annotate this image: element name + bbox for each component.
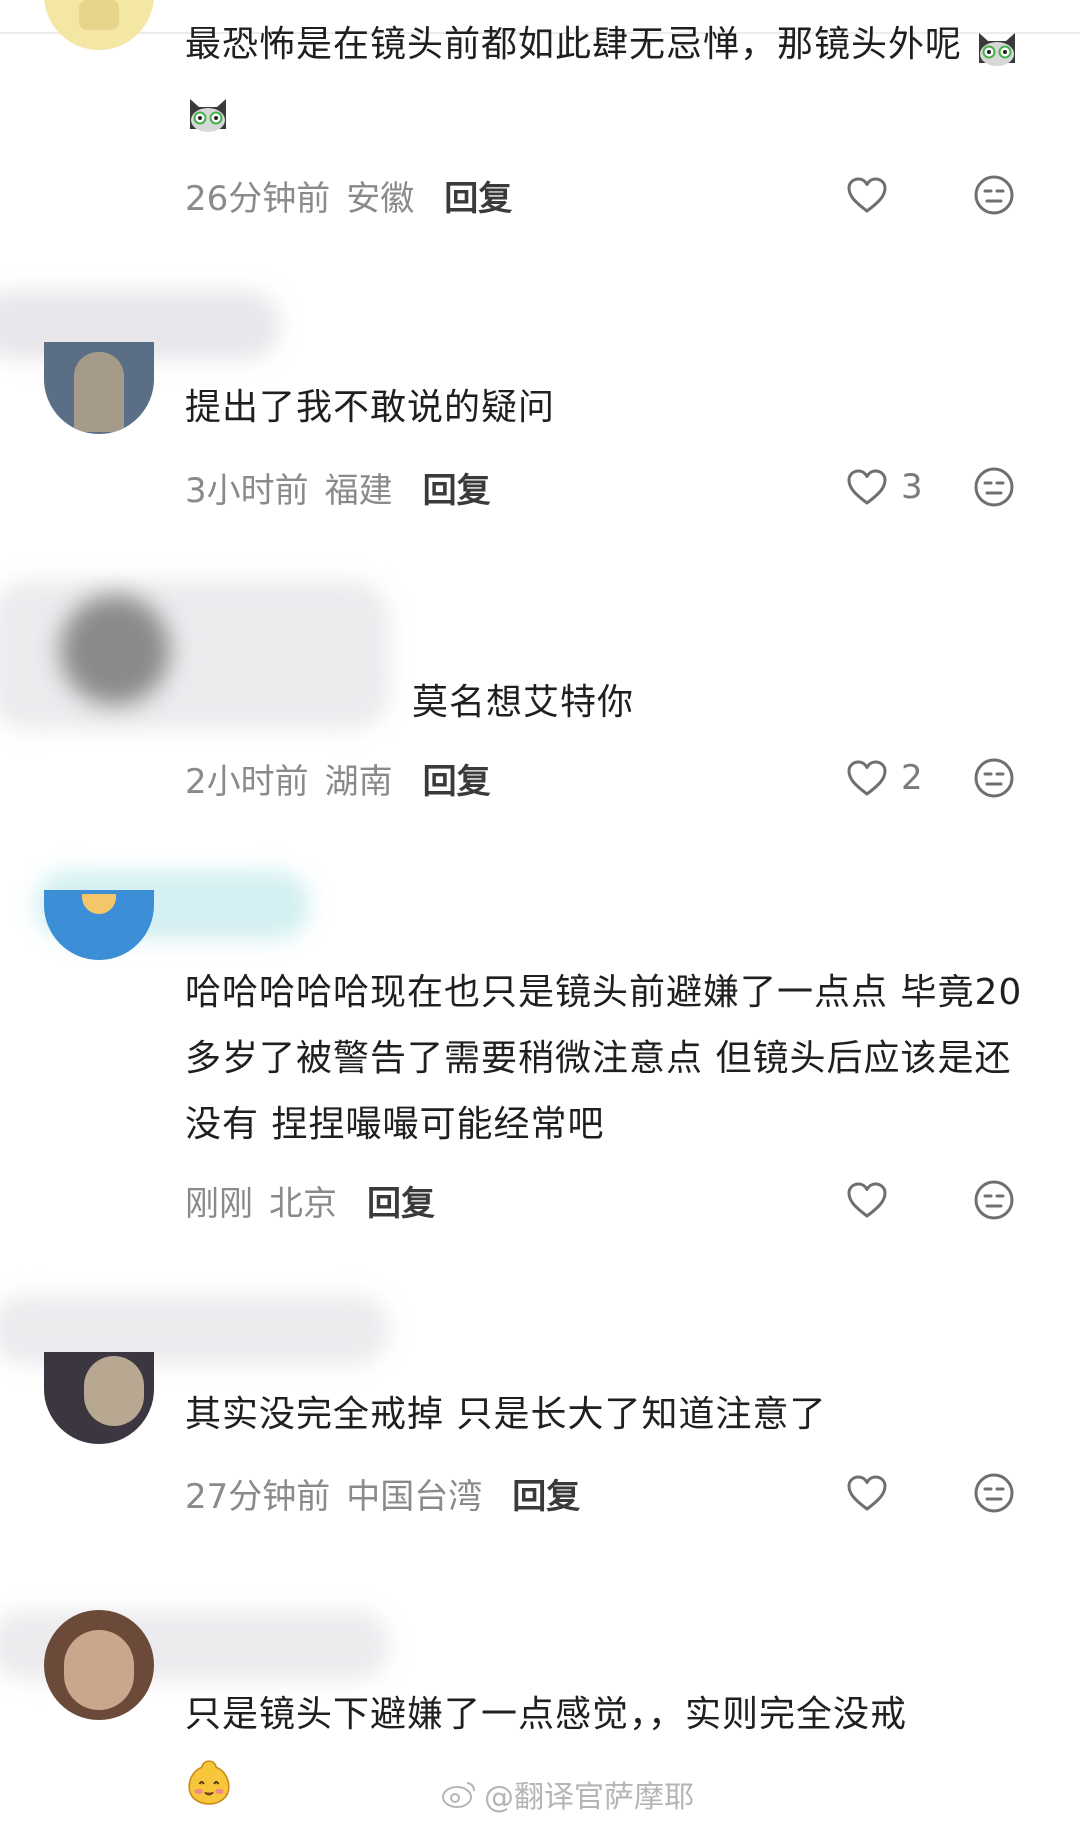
dislike-button[interactable] [972, 1175, 1016, 1225]
comment-text: 哈哈哈哈哈现在也只是镜头前避嫌了一点点 毕竟20多岁了被警告了需要稍微注意点 但… [185, 960, 1035, 1158]
dislike-button[interactable] [972, 753, 1016, 803]
avatar[interactable] [44, 0, 154, 50]
comment-time: 2小时前 [185, 761, 309, 802]
comment-meta: 26分钟前 安徽 回复 [185, 170, 512, 220]
like-button[interactable] [845, 1175, 901, 1225]
like-count: 3 [901, 467, 923, 507]
heart-outline-icon [847, 1475, 887, 1511]
reply-button[interactable]: 回复 [423, 754, 491, 803]
comment-text-content: 最恐怖是在镜头前都如此肆无忌惮，那镜头外呢 [185, 24, 963, 65]
comment-time: 3小时前 [185, 470, 309, 511]
reply-button[interactable]: 回复 [367, 1176, 435, 1225]
cat-face-emoji [190, 99, 226, 132]
comment-text-content: 哈哈哈哈哈现在也只是镜头前避嫌了一点点 毕竟20多岁了被警告了需要稍微注意点 但… [185, 972, 1023, 1145]
reply-button[interactable]: 回复 [512, 1469, 580, 1518]
comment-text-content: 只是镜头下避嫌了一点感觉，，实则完全没戒 [185, 1694, 908, 1735]
comment-text-content: 莫名想艾特你 [412, 682, 635, 723]
heart-outline-icon [847, 760, 887, 796]
weibo-eye-icon [442, 1782, 475, 1808]
avatar[interactable] [44, 890, 154, 960]
comment-location: 湖南 [324, 761, 393, 802]
heart-outline-icon [847, 1182, 887, 1218]
dislike-button[interactable] [972, 462, 1016, 512]
dislike-button[interactable] [972, 1468, 1016, 1518]
like-button[interactable] [845, 170, 901, 220]
comment-meta: 3小时前 福建 回复 [185, 462, 491, 512]
heart-outline-icon [847, 469, 887, 505]
blushing-face-emoji [188, 1760, 230, 1805]
cat-face-emoji [979, 33, 1016, 66]
avatar[interactable] [44, 1610, 154, 1720]
comment-time: 27分钟前 [185, 1476, 331, 1517]
dislike-button[interactable] [972, 170, 1016, 220]
comment-meta: 27分钟前 中国台湾 回复 [185, 1468, 580, 1518]
avatar[interactable] [60, 595, 170, 705]
neutral-face-icon [974, 1473, 1014, 1513]
comment-text-content: 其实没完全戒掉 只是长大了知道注意了 [185, 1394, 827, 1435]
like-button[interactable]: 2 [845, 753, 923, 803]
comment-location: 安徽 [346, 178, 415, 219]
watermark: @翻译官萨摩耶 [440, 1772, 694, 1816]
watermark-text: @翻译官萨摩耶 [484, 1780, 694, 1815]
comment-meta: 刚刚 北京 回复 [185, 1175, 435, 1225]
reply-button[interactable]: 回复 [444, 171, 512, 220]
comment-text: 提出了我不敢说的疑问 [185, 375, 1035, 441]
like-button[interactable]: 3 [845, 462, 923, 512]
neutral-face-icon [974, 175, 1014, 215]
comment-text: 最恐怖是在镜头前都如此肆无忌惮，那镜头外呢 [185, 12, 1035, 144]
comment-location: 福建 [324, 470, 393, 511]
like-button[interactable] [845, 1468, 901, 1518]
comment-time: 26分钟前 [185, 178, 331, 219]
neutral-face-icon [974, 467, 1014, 507]
comment-location: 北京 [269, 1183, 337, 1224]
comment-time: 刚刚 [185, 1183, 253, 1224]
comment-meta: 2小时前 湖南 回复 [185, 753, 491, 803]
redacted-username [0, 580, 390, 730]
heart-outline-icon [847, 177, 887, 213]
comment-thread: 最恐怖是在镜头前都如此肆无忌惮，那镜头外呢 26分钟前 安徽 回复 提出了我不敢… [0, 0, 1080, 1821]
neutral-face-icon [974, 1180, 1014, 1220]
avatar[interactable] [44, 342, 154, 434]
reply-button[interactable]: 回复 [423, 463, 491, 512]
avatar[interactable] [44, 1352, 154, 1444]
comment-location: 中国台湾 [346, 1476, 483, 1517]
comment-text: 莫名想艾特你 [412, 670, 1012, 736]
comment-text: 其实没完全戒掉 只是长大了知道注意了 [185, 1382, 1035, 1448]
comment-text-content: 提出了我不敢说的疑问 [185, 387, 556, 428]
like-count: 2 [901, 758, 923, 798]
neutral-face-icon [974, 758, 1014, 798]
